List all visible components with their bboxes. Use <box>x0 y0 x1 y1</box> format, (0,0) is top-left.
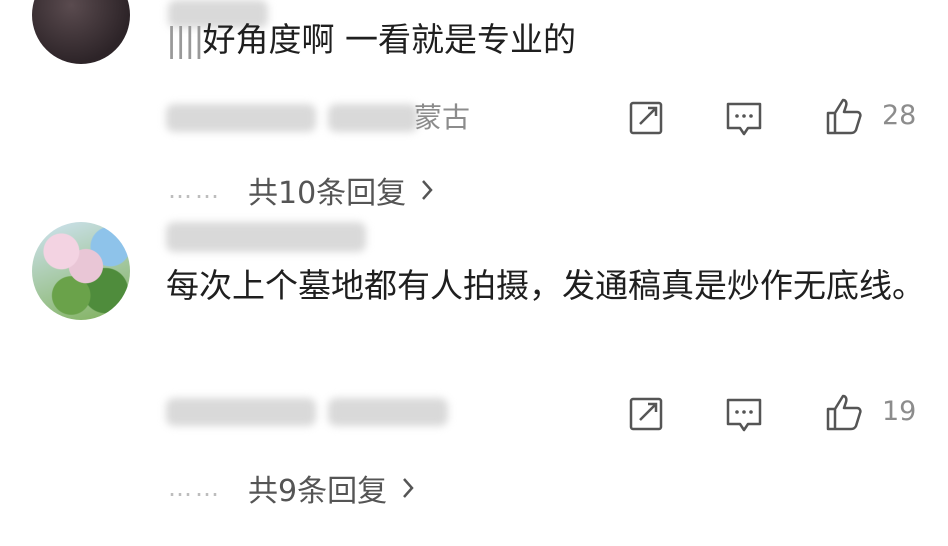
comment-text-masked: |||| <box>166 20 205 59</box>
replies-count-label: 共10条回复 <box>248 176 407 211</box>
share-icon[interactable] <box>626 394 666 434</box>
location-blurred <box>328 398 448 426</box>
view-replies-link[interactable]: …… 共10条回复 <box>168 168 434 212</box>
reply-dots: …… <box>168 474 222 502</box>
like-icon[interactable] <box>824 392 864 432</box>
timestamp-blurred <box>166 104 316 132</box>
comment-icon[interactable] <box>724 98 764 138</box>
chevron-right-icon <box>403 478 414 498</box>
username-blurred <box>166 222 366 252</box>
location-prefix-blurred <box>328 104 418 132</box>
chevron-right-icon <box>422 180 433 200</box>
comment-list: ||||好角度啊 一看就是专业的 蒙古 28 …… 共10条回复 每次上个墓地都… <box>0 0 948 546</box>
comment-icon[interactable] <box>724 394 764 434</box>
replies-count-label: 共9条回复 <box>248 474 388 509</box>
like-icon[interactable] <box>824 96 864 136</box>
location-label: 蒙古 <box>414 101 471 134</box>
comment-text: 每次上个墓地都有人拍摄，发通稿真是炒作无底线。 <box>166 266 925 305</box>
avatar[interactable] <box>32 0 130 64</box>
reply-dots: …… <box>168 176 222 204</box>
comment-text-body: 好角度啊 一看就是专业的 <box>202 20 576 59</box>
share-icon[interactable] <box>626 98 666 138</box>
timestamp-blurred <box>166 398 316 426</box>
view-replies-link[interactable]: …… 共9条回复 <box>168 466 415 510</box>
comment-text: ||||好角度啊 一看就是专业的 <box>166 16 576 64</box>
like-count: 28 <box>882 100 917 131</box>
avatar[interactable] <box>32 222 130 320</box>
like-count: 19 <box>882 396 917 427</box>
